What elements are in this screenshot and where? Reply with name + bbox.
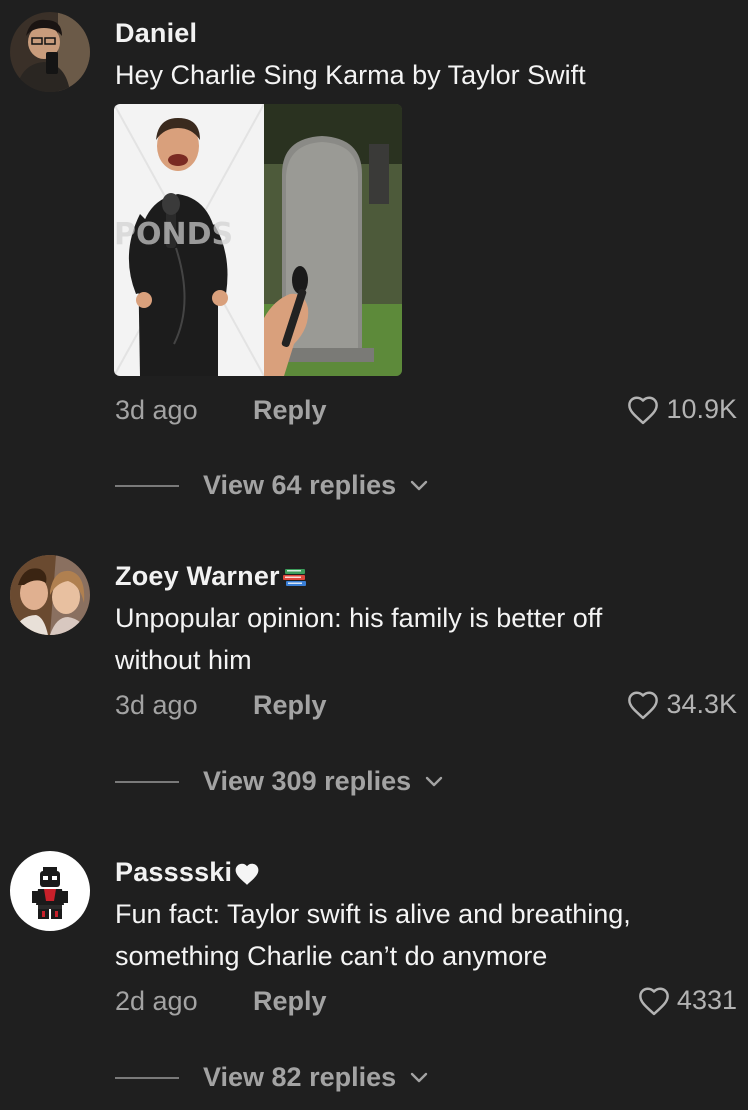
- view-replies-label: View 82 replies: [203, 1062, 397, 1092]
- like-count: 4331: [676, 985, 737, 1015]
- heart-outline-icon: [639, 987, 669, 1015]
- avatar[interactable]: [10, 851, 90, 931]
- divider-line: [115, 1076, 179, 1079]
- view-replies-button[interactable]: View 82 replies: [115, 1062, 428, 1093]
- reply-button[interactable]: Reply: [253, 986, 327, 1017]
- lego-spiderman-avatar-icon: [10, 851, 90, 931]
- chevron-down-icon: [410, 1072, 428, 1082]
- username[interactable]: Passsski: [115, 857, 260, 888]
- comment-passsski: Passsski Fun fact: Taylor swift is alive…: [0, 0, 748, 1110]
- username-text: Passsski: [115, 857, 233, 887]
- comment-time: 2d ago: [115, 986, 198, 1016]
- white-heart-emoji-icon: [235, 863, 259, 885]
- comment-text: Fun fact: Taylor swift is alive and brea…: [115, 899, 631, 971]
- like-button[interactable]: 4331: [637, 985, 737, 1016]
